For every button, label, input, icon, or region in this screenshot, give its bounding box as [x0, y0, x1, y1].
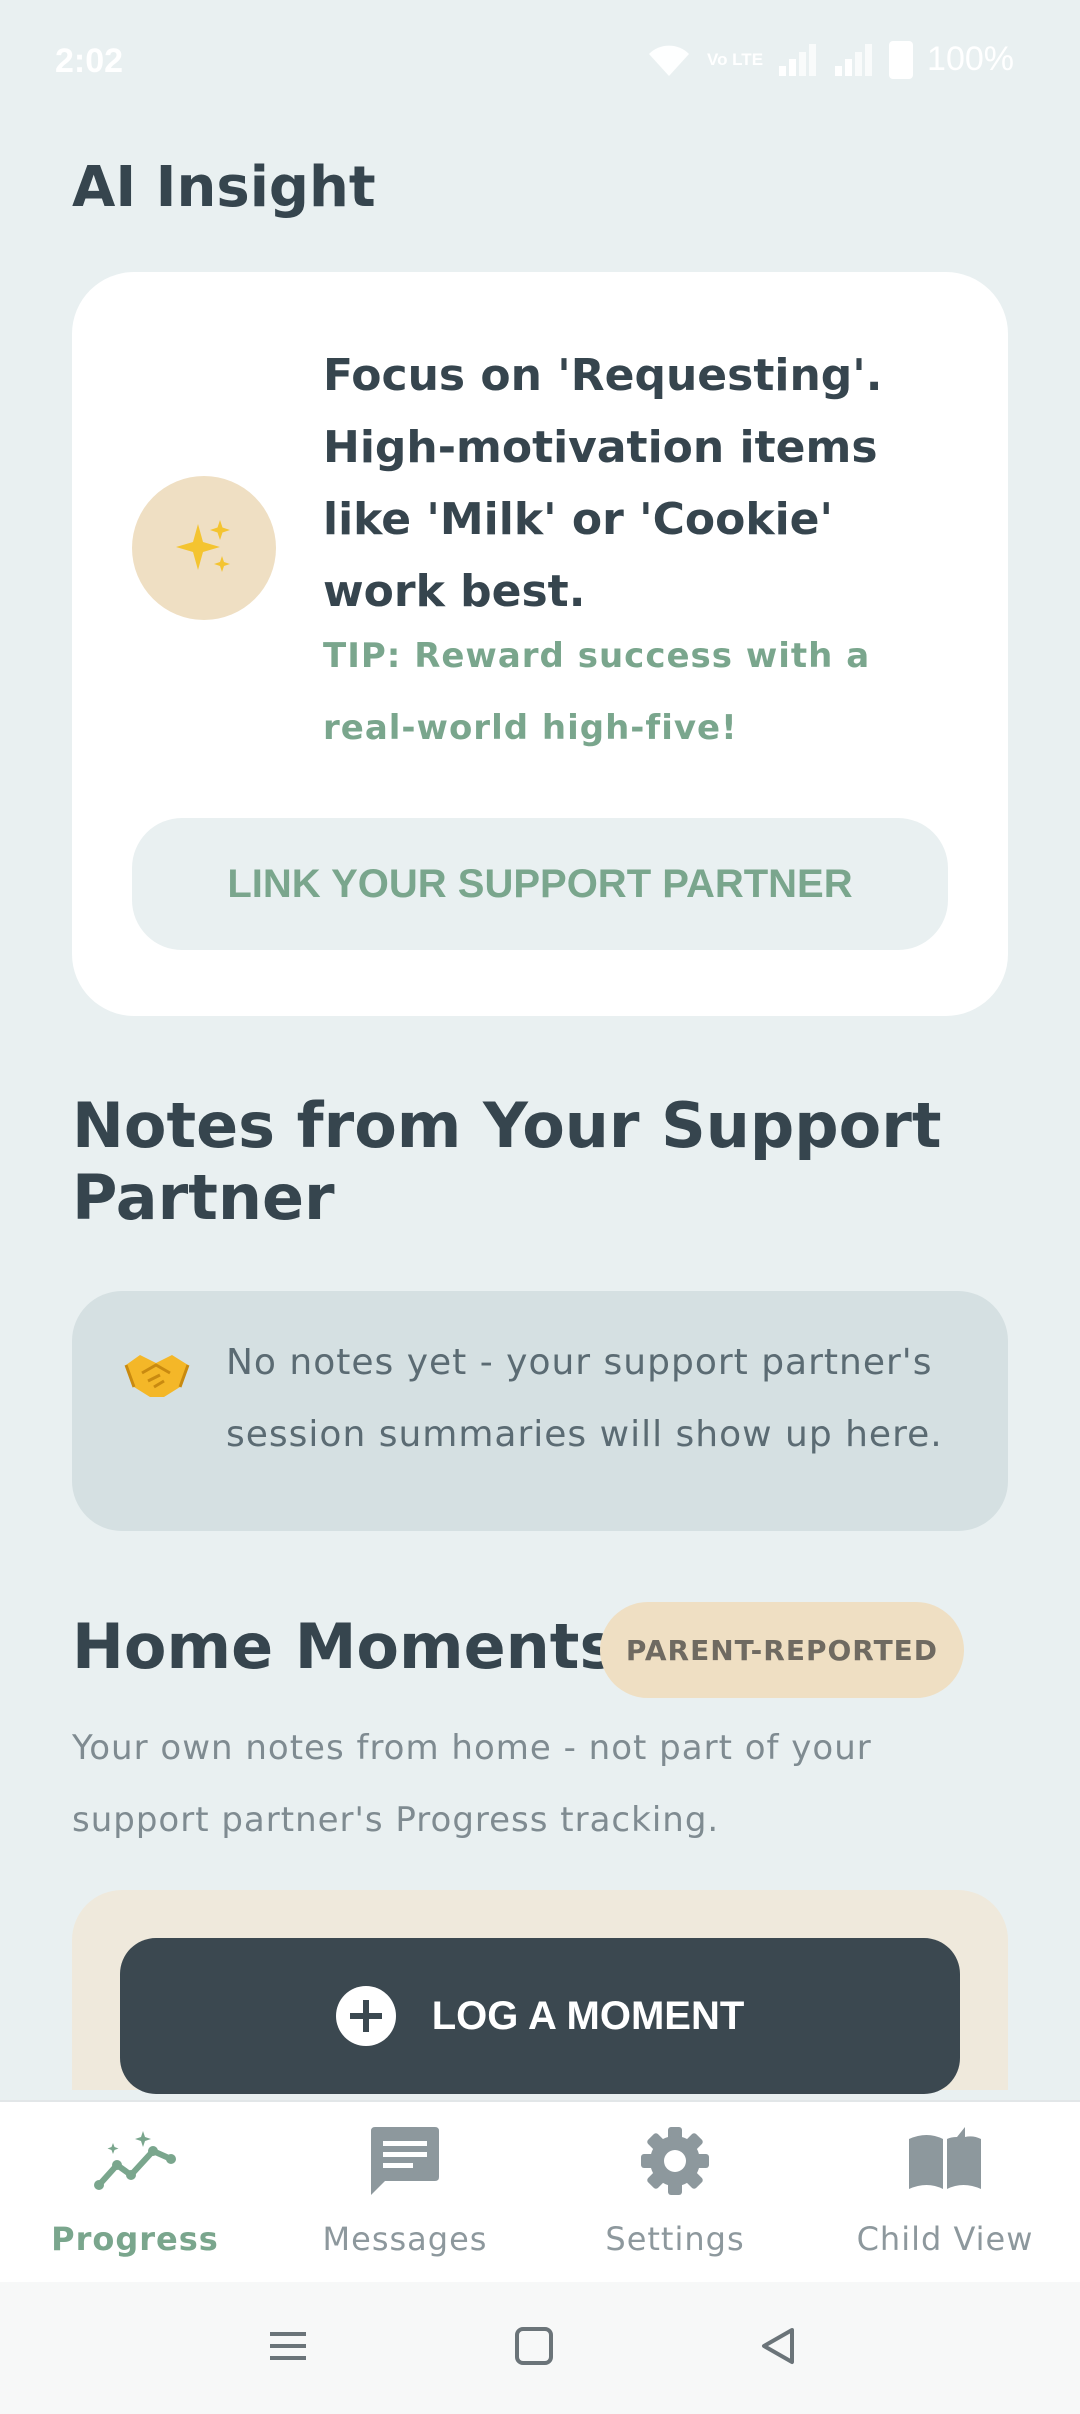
wifi-icon	[645, 42, 693, 78]
nav-settings-label: Settings	[605, 2220, 745, 2258]
home-icon[interactable]	[512, 2324, 556, 2372]
home-moments-title: Home Moments	[72, 1610, 617, 1683]
battery-icon	[889, 40, 914, 79]
home-moments-subtitle: Your own notes from home - not part of y…	[72, 1728, 872, 1840]
progress-chart-icon	[93, 2116, 177, 2206]
nav-settings[interactable]: Settings	[540, 2102, 810, 2282]
nav-messages[interactable]: Messages	[270, 2102, 540, 2282]
status-time: 2:02	[55, 42, 124, 80]
signal-icon-2	[833, 42, 875, 78]
book-icon	[905, 2116, 985, 2206]
handshake-icon	[122, 1343, 192, 1403]
ai-insight-title: AI Insight	[72, 155, 376, 220]
nav-progress-label: Progress	[51, 2220, 219, 2258]
battery-percent: 100%	[927, 40, 1014, 78]
recent-apps-icon[interactable]	[266, 2324, 310, 2372]
log-moment-button[interactable]: LOG A MOMENT	[120, 1938, 960, 2094]
notes-empty-text: No notes yet - your support partner's se…	[226, 1342, 943, 1455]
nav-messages-label: Messages	[322, 2220, 488, 2258]
log-moment-label: LOG A MOMENT	[431, 1993, 745, 2038]
back-icon[interactable]	[756, 2324, 800, 2372]
bottom-navigation: Progress Messages Settings Child View	[0, 2100, 1080, 2282]
volte-indicator: Vo LTE	[707, 49, 764, 69]
nav-child-view-label: Child View	[856, 2220, 1034, 2258]
message-icon	[367, 2116, 443, 2206]
notes-title: Notes from Your Support Partner	[72, 1089, 942, 1234]
ai-insight-card: Focus on 'Requesting'. High-motivation i…	[72, 272, 1008, 1016]
insight-message: Focus on 'Requesting'. High-motivation i…	[323, 350, 883, 617]
plus-circle-icon	[335, 1986, 396, 2046]
notes-empty-card: No notes yet - your support partner's se…	[72, 1291, 1008, 1531]
nav-child-view[interactable]: Child View	[810, 2102, 1080, 2282]
signal-icon	[777, 42, 819, 78]
link-support-partner-button[interactable]: LINK YOUR SUPPORT PARTNER	[132, 818, 948, 950]
nav-progress[interactable]: Progress	[0, 2102, 270, 2282]
system-navigation-bar	[0, 2282, 1080, 2414]
parent-reported-badge: PARENT-REPORTED	[600, 1602, 964, 1698]
status-icons: Vo LTE 100%	[645, 40, 1014, 79]
sparkles-icon	[132, 476, 276, 620]
insight-tip: TIP: Reward success with a real-world hi…	[323, 636, 871, 748]
gear-icon	[639, 2116, 711, 2206]
status-bar: 2:02 Vo LTE 100%	[0, 0, 1080, 128]
